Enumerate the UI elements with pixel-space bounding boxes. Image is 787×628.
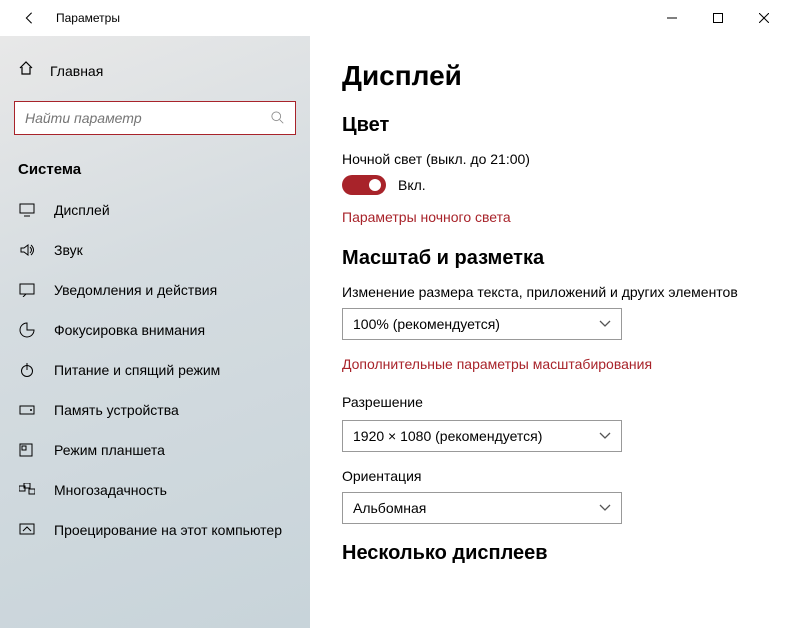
home-label: Главная: [50, 63, 103, 79]
night-light-toggle[interactable]: [342, 175, 386, 195]
nav-label: Уведомления и действия: [54, 282, 217, 298]
page-title: Дисплей: [342, 60, 755, 92]
nav-projecting[interactable]: Проецирование на этот компьютер: [0, 510, 310, 550]
nav-label: Режим планшета: [54, 442, 165, 458]
chevron-down-icon: [599, 504, 611, 512]
nav-label: Питание и спящий режим: [54, 362, 220, 378]
nav-label: Многозадачность: [54, 482, 167, 498]
nav-label: Дисплей: [54, 202, 110, 218]
close-icon: [759, 13, 769, 23]
color-heading: Цвет: [342, 114, 755, 137]
night-light-settings-link[interactable]: Параметры ночного света: [342, 209, 755, 225]
orientation-label: Ориентация: [342, 468, 755, 484]
minimize-button[interactable]: [649, 2, 695, 34]
projecting-icon: [18, 523, 36, 537]
multitask-icon: [18, 483, 36, 497]
focus-icon: [18, 322, 36, 338]
multi-display-heading: Несколько дисплеев: [342, 542, 755, 565]
nav-label: Память устройства: [54, 402, 179, 418]
scale-heading: Масштаб и разметка: [342, 247, 755, 270]
home-icon: [18, 60, 34, 81]
scale-value: 100% (рекомендуется): [353, 316, 500, 332]
resolution-dropdown[interactable]: 1920 × 1080 (рекомендуется): [342, 420, 622, 452]
search-icon: [271, 111, 285, 125]
search-box[interactable]: [14, 101, 296, 135]
minimize-icon: [667, 13, 677, 23]
nav-label: Проецирование на этот компьютер: [54, 522, 282, 538]
nav-power[interactable]: Питание и спящий режим: [0, 350, 310, 390]
advanced-scale-link[interactable]: Дополнительные параметры масштабирования: [342, 356, 755, 372]
titlebar: Параметры: [0, 0, 787, 36]
window-controls: [649, 2, 787, 34]
chevron-down-icon: [599, 432, 611, 440]
nav-storage[interactable]: Память устройства: [0, 390, 310, 430]
back-button[interactable]: [14, 3, 44, 33]
night-light-label: Ночной свет (выкл. до 21:00): [342, 151, 755, 167]
nav-tablet[interactable]: Режим планшета: [0, 430, 310, 470]
chevron-down-icon: [599, 320, 611, 328]
scale-label: Изменение размера текста, приложений и д…: [342, 284, 755, 300]
home-nav[interactable]: Главная: [0, 50, 310, 91]
nav-display[interactable]: Дисплей: [0, 190, 310, 230]
sound-icon: [18, 243, 36, 257]
search-input[interactable]: [25, 110, 271, 126]
power-icon: [18, 362, 36, 378]
maximize-icon: [713, 13, 723, 23]
scale-dropdown[interactable]: 100% (рекомендуется): [342, 308, 622, 340]
resolution-value: 1920 × 1080 (рекомендуется): [353, 428, 542, 444]
content-area: Дисплей Цвет Ночной свет (выкл. до 21:00…: [310, 36, 787, 628]
orientation-dropdown[interactable]: Альбомная: [342, 492, 622, 524]
nav-label: Фокусировка внимания: [54, 322, 205, 338]
nav-focus[interactable]: Фокусировка внимания: [0, 310, 310, 350]
sidebar: Главная Система Дисплей Звук Уведомления…: [0, 36, 310, 628]
nav-label: Звук: [54, 242, 83, 258]
nav-notifications[interactable]: Уведомления и действия: [0, 270, 310, 310]
tablet-icon: [18, 443, 36, 457]
nav-multitask[interactable]: Многозадачность: [0, 470, 310, 510]
window-title: Параметры: [56, 11, 120, 25]
storage-icon: [18, 403, 36, 417]
maximize-button[interactable]: [695, 2, 741, 34]
toggle-knob: [369, 179, 381, 191]
close-button[interactable]: [741, 2, 787, 34]
sidebar-heading: Система: [0, 153, 310, 190]
resolution-label: Разрешение: [342, 394, 755, 410]
orientation-value: Альбомная: [353, 500, 426, 516]
display-icon: [18, 203, 36, 217]
toggle-state-label: Вкл.: [398, 177, 426, 193]
nav-sound[interactable]: Звук: [0, 230, 310, 270]
arrow-left-icon: [22, 11, 36, 25]
notifications-icon: [18, 283, 36, 297]
